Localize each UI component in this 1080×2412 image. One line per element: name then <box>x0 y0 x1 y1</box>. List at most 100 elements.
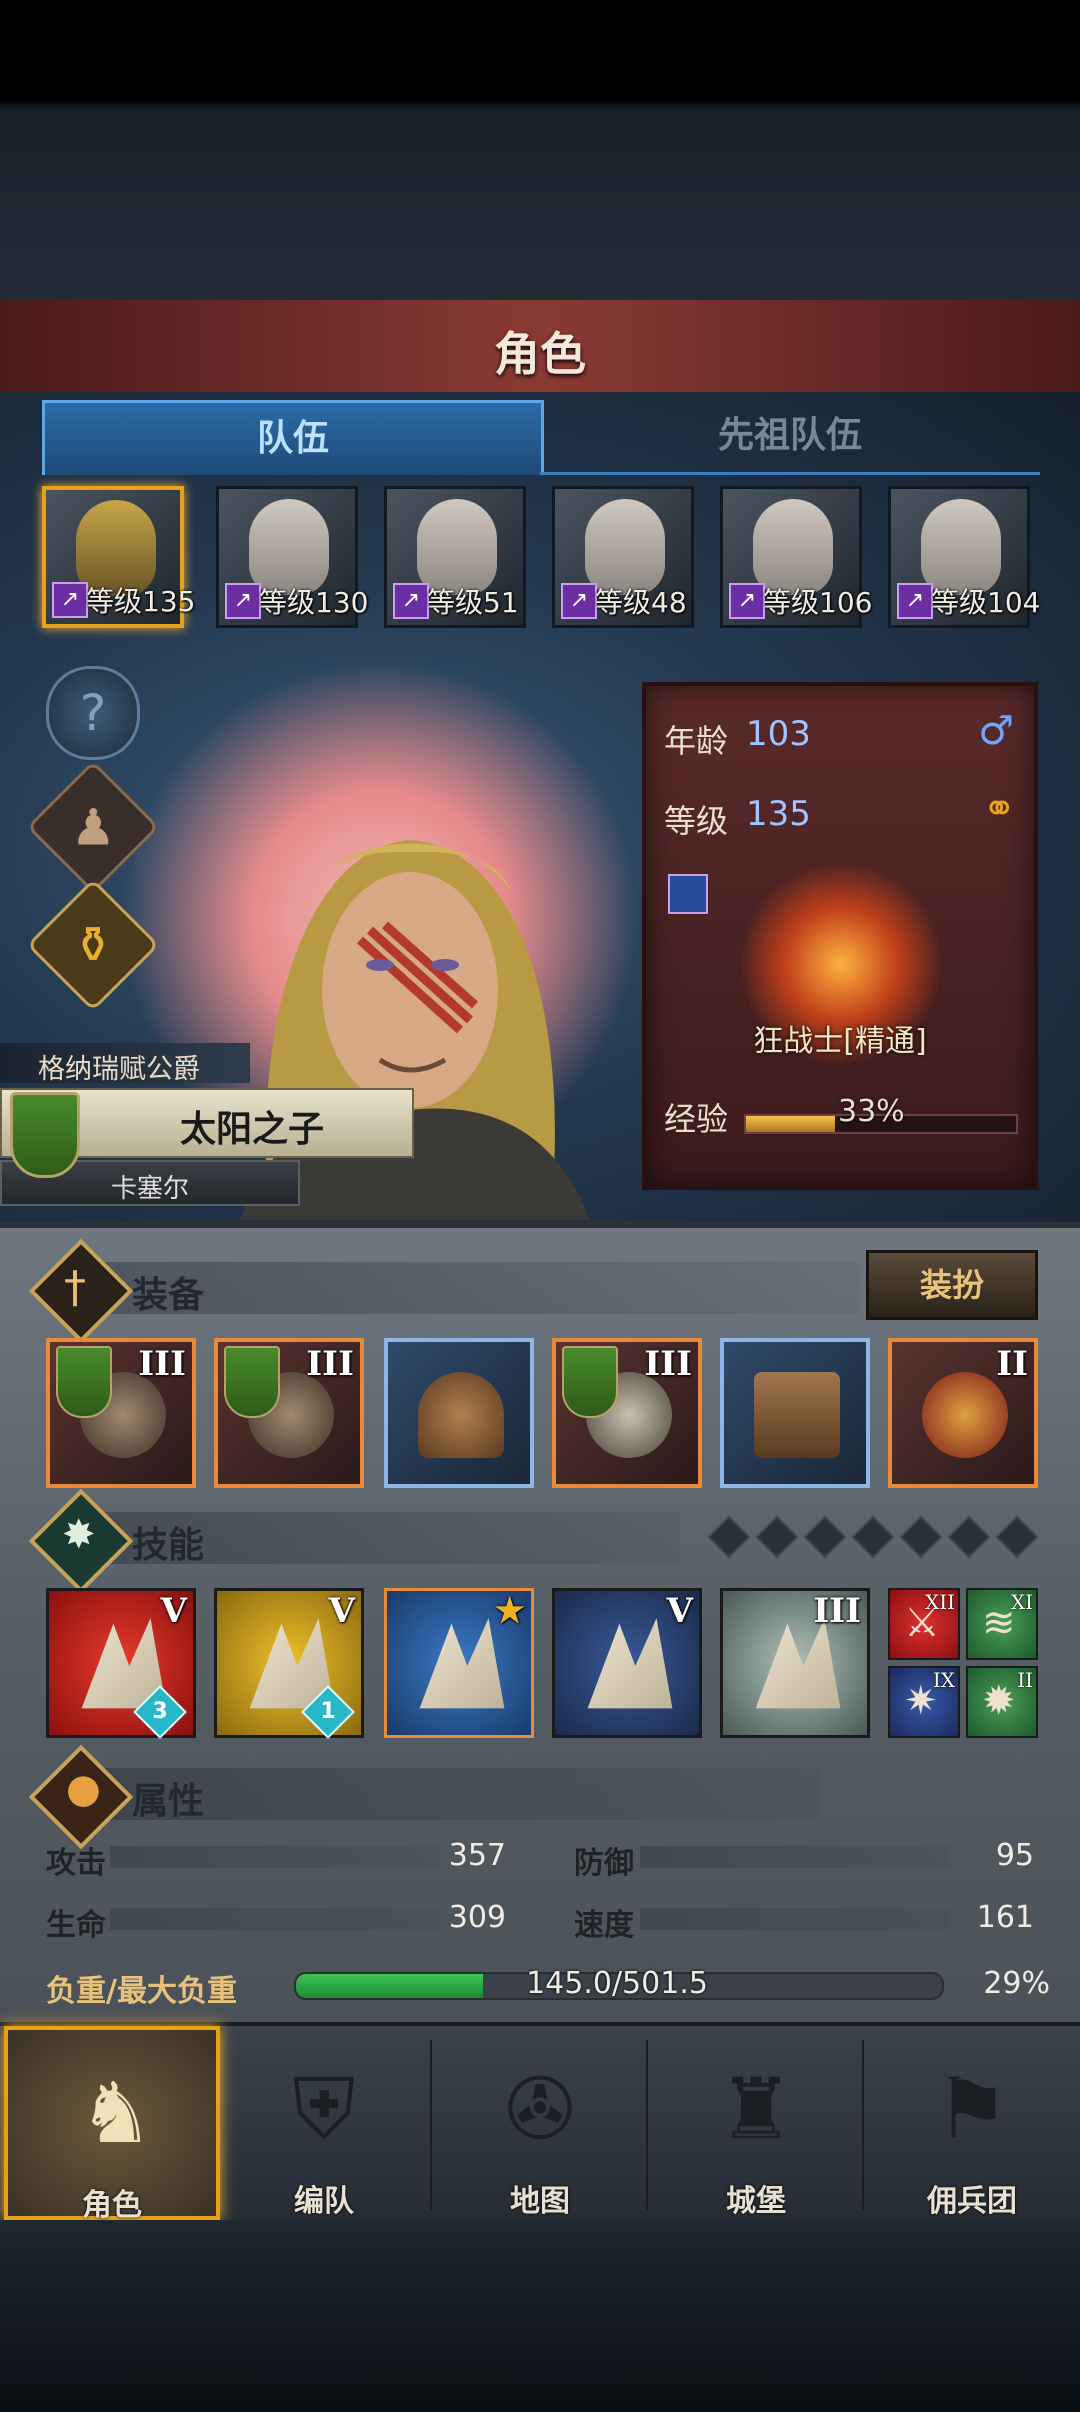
bottom-background <box>0 2220 1080 2412</box>
question-icon: ? <box>79 684 107 742</box>
attack-label: 攻击 <box>46 1846 106 1881</box>
hp-bar <box>110 1908 440 1930</box>
class-badge-icon: ↗ <box>897 583 933 619</box>
nav-mercenaries[interactable]: ⚑ 佣兵团 <box>864 2026 1080 2220</box>
nav-character[interactable]: ♞ 角色 <box>4 2026 220 2223</box>
male-icon: ♂ <box>978 708 1014 754</box>
skill-slot-5[interactable]: III <box>720 1588 870 1738</box>
hp-label: 生命 <box>46 1908 106 1943</box>
skill-slot-3[interactable]: ★ <box>384 1588 534 1738</box>
class-badge-icon: ↗ <box>561 583 597 619</box>
attributes-title: 属性 <box>132 1781 205 1822</box>
xp-percent: 33% <box>838 1094 905 1129</box>
mini-skill-3[interactable]: ✷ IX <box>888 1666 960 1738</box>
star-burst-icon: ✸ <box>62 1512 96 1558</box>
age-value: 103 <box>746 714 811 754</box>
roster-level: 等级135 <box>86 585 196 618</box>
mini-skill-1[interactable]: ⚔ XII <box>888 1588 960 1660</box>
house-shield-icon <box>224 1346 280 1418</box>
class-badge-icon: ↗ <box>52 582 88 618</box>
roster-level: 等级51 <box>427 586 519 619</box>
outfit-button[interactable]: 装扮 <box>866 1250 1038 1320</box>
class-name: 狂战士[精通] <box>753 1024 927 1059</box>
title-bar: 角色 <box>0 300 1080 395</box>
mini-skill-4[interactable]: ✹ II <box>966 1666 1038 1738</box>
age-label: 年龄 <box>664 722 729 760</box>
roster-level: 等级130 <box>259 586 369 619</box>
mini-skill-2[interactable]: ≋ XI <box>966 1588 1038 1660</box>
skill-slot-2[interactable]: V1 <box>214 1588 364 1739</box>
nav-label: 地图 <box>510 2184 570 2219</box>
ring-icon[interactable]: ⚭ <box>982 786 1016 832</box>
speed-bar <box>640 1908 950 1930</box>
bat-amulet-icon <box>922 1372 1008 1458</box>
noble-title-bar: 格纳瑞赋公爵 <box>0 1043 250 1085</box>
nav-label: 编队 <box>294 2184 354 2219</box>
help-button[interactable]: ? <box>46 666 140 760</box>
greaves-icon <box>754 1372 840 1458</box>
level-value: 135 <box>746 794 811 834</box>
noble-title: 格纳瑞赋公爵 <box>38 1054 200 1085</box>
house-shield-icon <box>562 1346 618 1418</box>
skills-title: 技能 <box>132 1525 205 1566</box>
castle-icon: ♜ <box>718 2060 794 2158</box>
equipment-slot-4[interactable]: III <box>552 1338 702 1488</box>
class-badge-icon: ↗ <box>729 583 765 619</box>
load-value: 145.0/501.5 <box>526 1966 708 2001</box>
dagger-icon: † <box>64 1262 86 1313</box>
defense-value: 95 <box>995 1838 1034 1873</box>
speed-value: 161 <box>976 1900 1034 1935</box>
top-background <box>0 0 1080 300</box>
equipment-slot-1[interactable]: III <box>46 1338 196 1488</box>
roster-level: 等级48 <box>595 586 687 619</box>
equipment-title: 装备 <box>132 1275 205 1316</box>
attack-bar <box>110 1846 440 1868</box>
tab-party[interactable]: 队伍 <box>42 400 544 475</box>
xp-label: 经验 <box>664 1100 729 1138</box>
potion-icon: ⚱ <box>72 916 114 974</box>
roster-portrait-3[interactable]: ↗ 等级51 <box>384 486 526 628</box>
speed-label: 速度 <box>574 1908 634 1943</box>
nav-label: 角色 <box>82 2188 142 2223</box>
class-badge-icon: ↗ <box>393 583 429 619</box>
house-shield-icon <box>56 1346 112 1418</box>
info-card: 年龄 103 ♂ 等级 135 ⚭ 狂战士[精通] 经验 33% <box>642 682 1038 1190</box>
roster-portrait-5[interactable]: ↗ 等级106 <box>720 486 872 628</box>
hero-epithet: 太阳之子 <box>179 1109 324 1150</box>
equipment-slot-2[interactable]: III <box>214 1338 364 1488</box>
nav-label: 城堡 <box>726 2184 786 2219</box>
roster-portrait-2[interactable]: ↗ 等级130 <box>216 486 368 628</box>
hp-value: 309 <box>448 1900 506 1935</box>
formation-icon: ⛨ <box>292 2060 356 2158</box>
load-percent: 29% <box>983 1966 1050 2001</box>
defense-label: 防御 <box>574 1846 634 1881</box>
page-title: 角色 <box>494 327 586 381</box>
load-label: 负重/最大负重 <box>46 1974 237 2009</box>
nav-formation[interactable]: ⛨ 编队 <box>216 2026 432 2220</box>
nav-castle[interactable]: ♜ 城堡 <box>648 2026 864 2220</box>
level-label: 等级 <box>664 802 729 840</box>
roster-portrait-6[interactable]: ↗ 等级104 <box>888 486 1040 628</box>
roster-portrait-4[interactable]: ↗ 等级48 <box>552 486 694 628</box>
nav-label: 佣兵团 <box>927 2184 1017 2219</box>
hood-icon: ♟ <box>70 797 116 856</box>
body-icon: ● <box>66 1766 101 1812</box>
roster-portrait-1[interactable]: ↗ 等级135 <box>42 486 195 628</box>
roster-level: 等级106 <box>763 586 873 619</box>
compass-map-icon: ✇ <box>504 2060 576 2158</box>
equipment-slot-6[interactable]: II <box>888 1338 1038 1488</box>
roster-level: 等级104 <box>931 586 1041 619</box>
knight-icon: ♞ <box>78 2064 154 2162</box>
nav-map[interactable]: ✇ 地图 <box>432 2026 648 2220</box>
banner-icon: ⚑ <box>934 2060 1010 2158</box>
class-badge-icon: ↗ <box>225 583 261 619</box>
attack-value: 357 <box>448 1838 506 1873</box>
equipment-slot-3[interactable] <box>384 1338 534 1488</box>
helmet-icon <box>418 1372 504 1458</box>
equipment-slot-5[interactable] <box>720 1338 870 1488</box>
tab-ancestor-party[interactable]: 先祖队伍 <box>540 400 1040 475</box>
skill-slot-4[interactable]: V <box>552 1588 702 1738</box>
defense-bar <box>640 1846 950 1868</box>
skill-slot-1[interactable]: V3 <box>46 1588 196 1739</box>
star-burst-icon: ✹ <box>982 1678 1016 1724</box>
